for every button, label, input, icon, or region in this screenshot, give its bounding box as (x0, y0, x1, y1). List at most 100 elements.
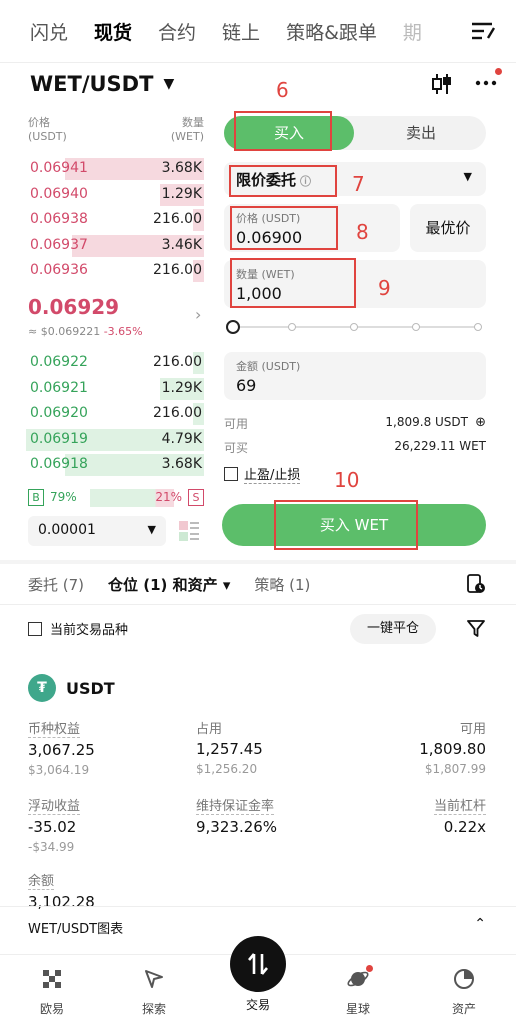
bid-row[interactable]: 0.06920 216.00 (26, 401, 204, 427)
row-qty: 3.68K (161, 160, 202, 176)
ask-row[interactable]: 0.06940 1.29K (26, 182, 204, 208)
row-price: 0.06941 (30, 160, 88, 176)
more-menu[interactable] (474, 68, 502, 98)
nav-okx[interactable]: 欧易 (22, 967, 82, 1017)
bid-row[interactable]: 0.06922 216.00 (26, 350, 204, 376)
compass-icon (145, 970, 163, 988)
row-qty: 4.79K (161, 430, 202, 447)
bid-row[interactable]: 0.06921 1.29K (26, 376, 204, 402)
asset-header: ₮ USDT (28, 674, 115, 702)
row-price: 0.06937 (30, 236, 88, 253)
pie-chart-icon (454, 969, 474, 989)
row-price: 0.06936 (30, 262, 88, 279)
last-price-sub: ≈ $0.069221 -3.65% (28, 325, 143, 338)
amount-slider[interactable] (226, 320, 486, 334)
ask-row[interactable]: 0.06938 216.00 (26, 207, 204, 233)
tab-positions[interactable]: 仓位 (1) 和资产 ▾ (108, 574, 230, 595)
ask-row[interactable]: 0.06937 3.46K (26, 233, 204, 259)
tab-more[interactable]: 期 (403, 18, 422, 45)
last-price: 0.06929 (28, 295, 120, 319)
header-icons (430, 68, 502, 98)
usdt-logo-icon: ₮ (28, 674, 56, 702)
tab-futures[interactable]: 合约 (158, 18, 196, 45)
annotation-7: 7 (352, 172, 365, 196)
upl-stat: 浮动收益 -35.02 -$34.99 (28, 795, 81, 854)
tab-orders[interactable]: 委托 (7) (28, 574, 84, 595)
filter-icon[interactable] (466, 618, 486, 638)
ob-qty-header: 数量 (WET) (170, 116, 204, 143)
row-qty: 216.00 (153, 354, 202, 370)
slider-knob (226, 320, 240, 334)
best-price-button[interactable]: 最优价 (410, 204, 486, 252)
row-qty: 3.68K (161, 456, 202, 473)
notification-dot (366, 965, 373, 972)
swap-arrows-icon (248, 953, 268, 975)
current-pair-checkbox[interactable]: 当前交易品种 (28, 619, 128, 638)
positions-tabs: 委托 (7) 仓位 (1) 和资产 ▾ 策略 (1) (28, 574, 488, 595)
sell-tab[interactable]: 卖出 (356, 116, 486, 150)
annotation-box-10 (274, 500, 418, 550)
buy-pct: 79% (50, 490, 77, 504)
bid-row[interactable]: 0.06919 4.79K (26, 427, 204, 453)
chevron-down-icon: ▼ (463, 170, 472, 183)
equity-stat: 币种权益 3,067.25 $3,064.19 (28, 718, 95, 777)
nav-explore[interactable]: 探索 (124, 967, 184, 1017)
buy-sell-ratio: B 79% 21% S (28, 488, 204, 508)
tab-onchain[interactable]: 链上 (222, 18, 260, 45)
row-price: 0.06919 (30, 430, 88, 447)
row-qty: 216.00 (153, 211, 202, 228)
close-all-button[interactable]: 一键平仓 (350, 614, 436, 644)
row-price: 0.06940 (30, 185, 88, 202)
chevron-right-icon[interactable]: › (195, 305, 201, 324)
annotation-box-6 (234, 111, 332, 151)
leverage-stat: 当前杠杆 0.22x (433, 795, 486, 836)
row-price: 0.06920 (30, 405, 88, 422)
amount-input[interactable]: 金额 (USDT) 69 (224, 352, 486, 400)
annotation-6: 6 (276, 78, 289, 102)
annotation-9: 9 (378, 276, 391, 300)
tab-strategy[interactable]: 策略&跟单 (286, 18, 377, 45)
precision-select[interactable]: 0.00001 ▼ (28, 516, 166, 546)
tab-strategies[interactable]: 策略 (1) (254, 574, 310, 595)
more-dots-icon (475, 80, 497, 86)
bid-row[interactable]: 0.06918 3.68K (26, 452, 204, 478)
ob-price-header: 价格 (USDT) (28, 116, 67, 143)
tpsl-checkbox[interactable]: 止盈/止损 (224, 464, 301, 484)
pair-name: WET/USDT (30, 72, 154, 96)
candlestick-icon[interactable] (430, 72, 454, 96)
available-stat: 可用 1,809.80 $1,807.99 (419, 722, 486, 776)
row-price: 0.06938 (30, 211, 88, 228)
annotation-box-8 (230, 206, 338, 250)
trade-center-button[interactable] (230, 936, 286, 992)
tab-swap[interactable]: 闪兑 (30, 18, 68, 45)
chevron-down-icon: ▼ (163, 76, 175, 92)
ask-row[interactable]: 0.06936 216.00 (26, 258, 204, 284)
history-icon[interactable] (466, 574, 486, 594)
pair-selector[interactable]: WET/USDT ▼ (30, 72, 174, 96)
nav-planet[interactable]: 星球 (328, 965, 388, 1017)
can-buy-row: 可买 26,229.11 WET (224, 439, 486, 455)
tab-spot[interactable]: 现货 (94, 18, 132, 45)
sell-tag: S (188, 489, 204, 506)
nav-assets[interactable]: 资产 (434, 967, 494, 1017)
ask-row[interactable]: 0.06941 3.68K (26, 156, 204, 182)
used-stat: 占用 1,257.45 $1,256.20 (196, 722, 263, 776)
annotation-box-7 (229, 165, 337, 197)
row-qty: 3.46K (161, 236, 202, 253)
annotation-box-9 (230, 258, 356, 308)
orderbook-layout-icon[interactable] (178, 520, 200, 542)
notification-dot (495, 68, 502, 75)
annotation-8: 8 (356, 220, 369, 244)
mmr-stat: 维持保证金率 9,323.26% (196, 795, 277, 836)
row-price: 0.06918 (30, 456, 88, 473)
row-qty: 1.29K (161, 379, 202, 396)
balance-stat: 余额 3,102.28 (28, 870, 95, 911)
menu-icon[interactable] (470, 20, 496, 42)
top-tabs: 闪兑 现货 合约 链上 策略&跟单 期 (0, 0, 516, 62)
chevron-down-icon: ▼ (147, 523, 156, 536)
row-price: 0.06921 (30, 379, 88, 396)
available-row: 可用 1,809.8 USDT ⊕ (224, 415, 486, 431)
add-funds-icon[interactable]: ⊕ (475, 415, 486, 430)
row-qty: 1.29K (161, 185, 202, 202)
row-qty: 216.00 (153, 262, 202, 279)
